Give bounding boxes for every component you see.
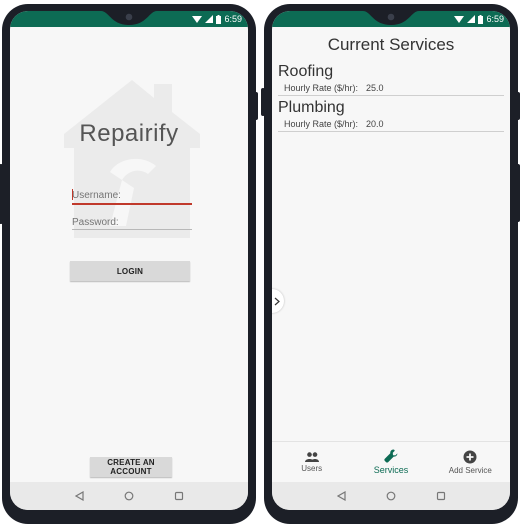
bottom-navigation: Users Services Add Service [272,441,510,482]
signal-icon [205,15,214,23]
services-screen: 6:59 Current Services Roofing Hourly Rat… [272,11,510,510]
rate-label: Hourly Rate ($/hr): [284,83,359,93]
status-icons: 6:59 [454,13,504,25]
side-button [516,164,520,222]
service-rate: Hourly Rate ($/hr): 25.0 [278,83,504,93]
signal-icon [467,15,476,23]
camera-notch [363,11,419,27]
tab-users[interactable]: Users [272,442,351,482]
service-rate: Hourly Rate ($/hr): 20.0 [278,119,504,129]
phone-services: 6:59 Current Services Roofing Hourly Rat… [261,4,520,524]
recents-icon[interactable] [173,490,185,502]
system-nav-bar [272,482,510,510]
camera-notch [101,11,157,27]
add-circle-icon [463,450,477,463]
login-button[interactable]: LOGIN [70,261,190,281]
service-item[interactable]: Roofing Hourly Rate ($/hr): 25.0 [278,63,504,96]
username-underline [72,203,192,205]
service-name: Roofing [278,63,334,80]
rate-value: 25.0 [366,83,384,93]
service-item[interactable]: Plumbing Hourly Rate ($/hr): 20.0 [278,99,504,132]
users-icon [304,451,319,462]
tab-label: Services [373,465,409,475]
wifi-icon [192,16,203,23]
drawer-toggle[interactable] [272,289,284,313]
status-time: 6:59 [224,14,242,24]
rate-label: Hourly Rate ($/hr): [284,119,359,129]
service-name: Plumbing [278,99,345,116]
phone-login: 6:59 Repairify LOGIN CREATE AN ACCOUNT [0,4,258,524]
text-cursor [72,189,73,200]
tab-add-service[interactable]: Add Service [431,442,510,482]
wrench-icon [384,449,398,463]
wifi-icon [454,16,465,23]
chevron-right-icon [274,297,280,305]
system-nav-bar [10,482,248,510]
divider [278,95,504,96]
home-icon[interactable] [385,490,397,502]
status-bar: 6:59 [10,11,248,27]
tab-label: Add Service [448,465,492,475]
tab-services[interactable]: Services [351,442,430,482]
username-field[interactable] [72,186,192,204]
login-screen: 6:59 Repairify LOGIN CREATE AN ACCOUNT [10,11,248,510]
page-title: Current Services [327,35,455,54]
battery-icon [216,14,222,24]
tab-label: Users [301,463,323,473]
divider [278,131,504,132]
back-icon[interactable] [73,490,85,502]
home-icon[interactable] [123,490,135,502]
power-button [516,92,520,120]
power-button [254,92,258,120]
app-title: Repairify [79,120,179,147]
volume-button [261,88,265,116]
battery-icon [478,14,484,24]
status-bar: 6:59 [272,11,510,27]
back-icon[interactable] [335,490,347,502]
recents-icon[interactable] [435,490,447,502]
password-underline [72,229,192,230]
status-time: 6:59 [486,14,504,24]
rate-value: 20.0 [366,119,384,129]
create-account-button[interactable]: CREATE AN ACCOUNT [90,457,172,477]
volume-button [0,164,3,224]
status-icons: 6:59 [192,13,242,25]
